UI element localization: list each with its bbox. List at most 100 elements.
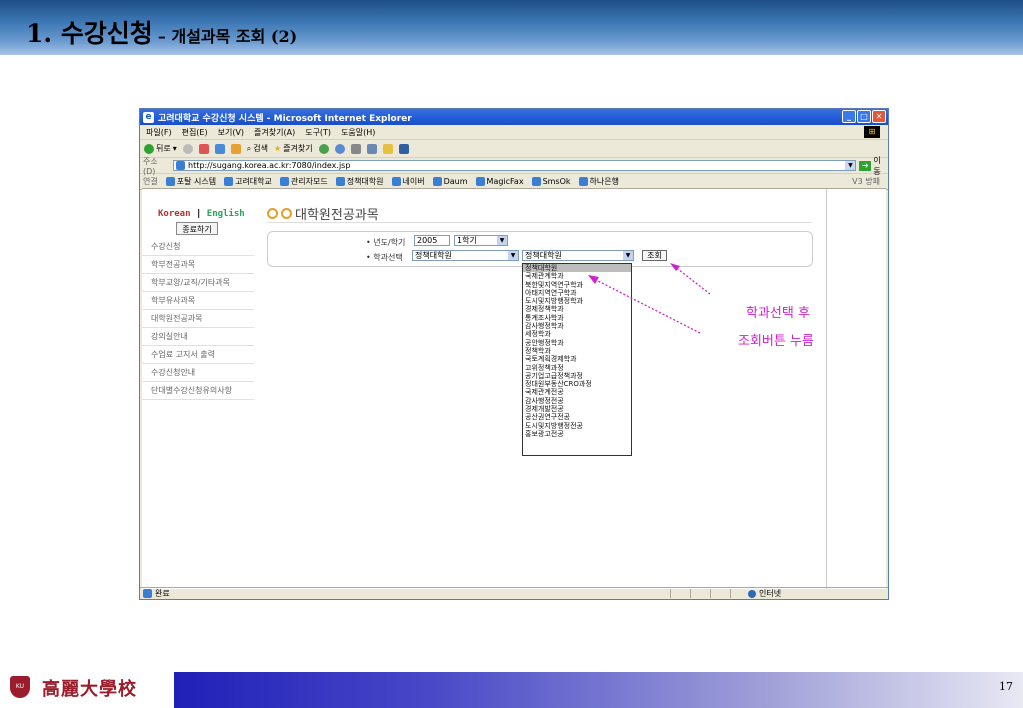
- forward-icon[interactable]: [182, 143, 193, 154]
- v3-shield-button[interactable]: V3 방패: [852, 176, 880, 187]
- link-korea-univ[interactable]: 고려대학교: [224, 176, 272, 187]
- page-done-icon: [143, 589, 152, 598]
- dept-option[interactable]: 경제정책학과: [523, 305, 631, 313]
- security-zone: 인터넷: [748, 588, 781, 599]
- status-divider: [730, 589, 731, 598]
- history-icon[interactable]: [318, 143, 329, 154]
- lang-separator: |: [195, 209, 202, 219]
- menu-file[interactable]: 파일(F): [146, 127, 172, 138]
- department-dropdown-list: 정책대학원 국제관계학과 북한및지역연구학과 아태지역연구학과 도시및지방행정학…: [522, 263, 632, 456]
- minimize-icon[interactable]: _: [842, 110, 856, 123]
- dept-option[interactable]: 공기업고급정책과정: [523, 372, 631, 380]
- edit-icon[interactable]: [366, 143, 377, 154]
- status-text: 완료: [155, 589, 170, 598]
- dept-option[interactable]: 세정학과: [523, 330, 631, 338]
- globe-icon: [748, 589, 756, 598]
- ie-page-icon: [335, 177, 345, 186]
- college-select[interactable]: 정책대학원 ▼: [412, 250, 519, 261]
- favorites-button[interactable]: ★ 즐겨찾기: [274, 143, 313, 154]
- status-divider: [710, 589, 711, 598]
- ring-icon: [281, 208, 292, 219]
- menu-view[interactable]: 보기(V): [218, 127, 244, 138]
- dept-option[interactable]: 통계조사학과: [523, 314, 631, 322]
- title-divider: [267, 222, 812, 223]
- search-icon: ⌕: [246, 143, 252, 153]
- browser-toolbar: 뒤로 ▾ ⌕ 검색 ★ 즐겨찾기: [140, 140, 888, 158]
- annotation-line-2: 조회버튼 누름: [738, 334, 814, 349]
- menu-edit[interactable]: 편집(E): [182, 127, 208, 138]
- mail-icon[interactable]: [334, 143, 345, 154]
- menu-bar: 파일(F) 편집(E) 보기(V) 즐겨찾기(A) 도구(T) 도움말(H) ⊞: [140, 125, 888, 140]
- semester-select[interactable]: 1학기 ▼: [454, 235, 508, 246]
- side-nav: 수강신청 학부전공과목 학부교양/교직/기타과목 학부유사과목 대학원전공과목 …: [142, 238, 254, 400]
- nav-item-guide[interactable]: 수강신청안내: [142, 364, 254, 382]
- ie-page-icon: [475, 177, 485, 186]
- dept-option[interactable]: 홍보광고전공: [523, 430, 631, 438]
- close-icon[interactable]: ✕: [872, 110, 886, 123]
- address-input[interactable]: http://sugang.korea.ac.kr:7080/index.jsp…: [173, 160, 857, 171]
- window-titlebar[interactable]: e 고려대학교 수강신청 시스템 - Microsoft Internet Ex…: [140, 109, 888, 125]
- link-smsok[interactable]: SmsOk: [531, 177, 571, 186]
- link-policy-grad[interactable]: 정책대학원: [335, 176, 384, 187]
- dept-option[interactable]: 감사행정전공: [523, 397, 631, 405]
- search-button[interactable]: ⌕ 검색: [247, 143, 268, 154]
- chevron-down-icon[interactable]: ▼: [508, 251, 518, 260]
- dept-option[interactable]: 국토계획경제학과: [523, 355, 631, 363]
- link-magicfax[interactable]: MagicFax: [475, 177, 524, 186]
- language-switch: Korean | English: [158, 209, 245, 219]
- messenger-icon[interactable]: [398, 143, 409, 154]
- search-submit-button[interactable]: 조회: [642, 250, 667, 261]
- ie-page-icon: [578, 177, 588, 186]
- nav-item-notes[interactable]: 단대별수강신청유의사항: [142, 382, 254, 400]
- refresh-icon[interactable]: [214, 143, 225, 154]
- dept-option[interactable]: 아태지역연구학과: [523, 289, 631, 297]
- link-naver[interactable]: 네이버: [391, 176, 425, 187]
- nav-item-tuition-print[interactable]: 수업료 고지서 출력: [142, 346, 254, 364]
- link-portal[interactable]: 포탈 시스템: [165, 176, 216, 187]
- link-daum[interactable]: Daum: [432, 177, 468, 186]
- links-label: 연결: [143, 177, 158, 186]
- ie-page-icon: [432, 177, 442, 186]
- link-admin[interactable]: 관리자모드: [279, 176, 328, 187]
- dept-option[interactable]: 공안행정학과: [523, 339, 631, 347]
- nav-item-undergrad-major[interactable]: 학부전공과목: [142, 256, 254, 274]
- ie-page-icon: [531, 177, 541, 186]
- chevron-down-icon[interactable]: ▼: [845, 161, 856, 170]
- ie-page-icon: [165, 177, 175, 186]
- nav-item-undergrad-similar[interactable]: 학부유사과목: [142, 292, 254, 310]
- dept-option[interactable]: 국제관계학과: [523, 272, 631, 280]
- lang-korean-link[interactable]: Korean: [158, 209, 191, 219]
- logout-button[interactable]: 종료하기: [176, 222, 218, 235]
- dept-option[interactable]: 도시및지방행정전공: [523, 422, 631, 430]
- link-hana-bank[interactable]: 하나은행: [578, 176, 619, 187]
- print-icon[interactable]: [350, 143, 361, 154]
- korea-univ-seal-icon: KU: [10, 676, 30, 698]
- department-select[interactable]: 정책대학원 ▼: [522, 250, 634, 261]
- browser-window: e 고려대학교 수강신청 시스템 - Microsoft Internet Ex…: [139, 108, 889, 600]
- chevron-down-icon[interactable]: ▼: [497, 236, 507, 245]
- page-icon: [176, 161, 186, 170]
- dept-option[interactable]: 고위정책과정: [523, 364, 631, 372]
- nav-item-undergrad-liberal[interactable]: 학부교양/교직/기타과목: [142, 274, 254, 292]
- ie-logo-icon: e: [143, 111, 154, 123]
- chevron-down-icon[interactable]: ▼: [623, 251, 633, 260]
- menu-tools[interactable]: 도구(T): [305, 127, 331, 138]
- back-button[interactable]: 뒤로 ▾: [144, 143, 177, 154]
- dept-option[interactable]: 국제관계전공: [523, 388, 631, 396]
- menu-help[interactable]: 도움말(H): [341, 127, 375, 138]
- maximize-icon[interactable]: □: [857, 110, 871, 123]
- lang-english-link[interactable]: English: [207, 209, 245, 219]
- dept-option[interactable]: 북한및지역연구학과: [523, 281, 631, 289]
- slide-title: 1. 수강신청 – 개설과목 조회 (2): [26, 14, 297, 50]
- ie-page-icon: [391, 177, 401, 186]
- home-icon[interactable]: [230, 143, 241, 154]
- nav-item-graduate-major[interactable]: 대학원전공과목: [142, 310, 254, 328]
- nav-item-classroom[interactable]: 강의실안내: [142, 328, 254, 346]
- menu-favorites[interactable]: 즐겨찾기(A): [254, 127, 295, 138]
- stop-icon[interactable]: [198, 143, 209, 154]
- dept-option[interactable]: 공산권연구전공: [523, 413, 631, 421]
- star-icon: ★: [273, 144, 282, 153]
- nav-item-registration[interactable]: 수강신청: [142, 238, 254, 256]
- folder-icon[interactable]: [382, 143, 393, 154]
- year-input[interactable]: 2005: [414, 235, 450, 246]
